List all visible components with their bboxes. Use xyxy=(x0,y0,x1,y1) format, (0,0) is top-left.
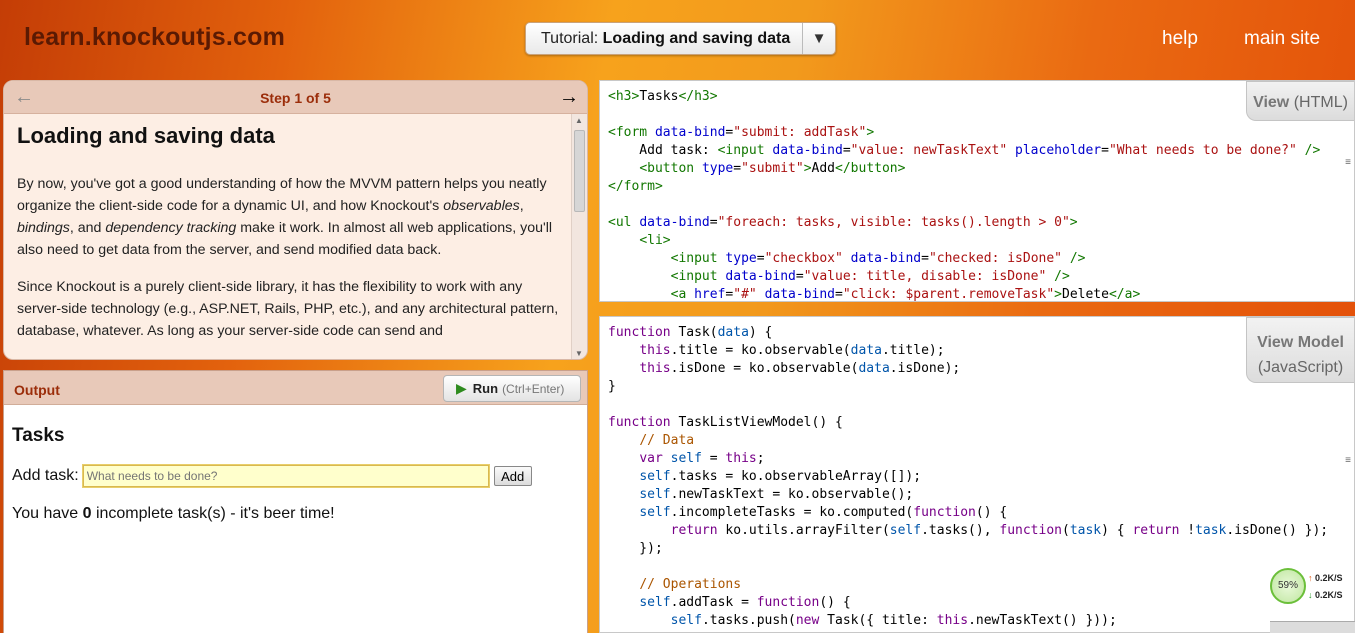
network-usage-gauge: 59% xyxy=(1270,568,1306,604)
output-panel: Output ▶ Run (Ctrl+Enter) Tasks Add task… xyxy=(3,370,588,633)
vm-tab-label: View Model xyxy=(1257,334,1344,351)
tutorial-select-label: Tutorial: Loading and saving data xyxy=(526,30,802,48)
incomplete-count: 0 xyxy=(82,505,92,522)
step-counter: Step 1 of 5 xyxy=(260,90,331,106)
upload-speed: ↑ 0.2K/S xyxy=(1308,573,1343,583)
viewmodel-code-editor[interactable]: function Task(data) { this.title = ko.ob… xyxy=(599,316,1355,633)
tutorial-prefix: Tutorial: xyxy=(541,29,599,47)
para-emphasis: bindings xyxy=(17,220,70,236)
status-text: You have xyxy=(12,505,83,522)
add-task-label: Add task: xyxy=(12,467,79,484)
download-value: 0.2K/S xyxy=(1315,590,1343,600)
next-step-arrow-icon[interactable]: → xyxy=(559,86,579,109)
output-body: Tasks Add task: Add You have 0 incomplet… xyxy=(4,405,587,543)
para-text: , xyxy=(519,198,524,214)
play-icon: ▶ xyxy=(456,380,467,396)
status-line: You have 0 incomplete task(s) - it's bee… xyxy=(12,505,579,523)
scrollbar-thumb[interactable] xyxy=(574,130,585,212)
view-code[interactable]: <h3>Tasks</h3> <form data-bind="submit: a… xyxy=(608,88,1320,301)
download-arrow-icon: ↓ xyxy=(1308,590,1313,600)
step-title: Loading and saving data xyxy=(17,123,275,148)
tutorial-title: Loading and saving data xyxy=(602,29,791,47)
step-navigation: ← Step 1 of 5 → xyxy=(4,81,587,114)
task-input[interactable] xyxy=(81,464,490,488)
scroll-down-icon[interactable]: ▼ xyxy=(575,349,583,358)
run-label: Run xyxy=(472,381,499,396)
output-title: Output xyxy=(14,382,60,398)
view-tab-sub: (HTML) xyxy=(1293,94,1348,111)
download-speed: ↓ 0.2K/S xyxy=(1308,590,1343,600)
vm-tab-sub: (JavaScript) xyxy=(1257,359,1344,376)
tasks-heading: Tasks xyxy=(12,425,65,446)
step-content: Loading and saving data By now, you've g… xyxy=(17,123,562,357)
para-text: , and xyxy=(69,220,106,236)
run-shortcut: (Ctrl+Enter) xyxy=(502,381,565,396)
step-paragraph-2: Since Knockout is a purely client-side l… xyxy=(17,279,559,339)
site-logo[interactable]: learn.knockoutjs.com xyxy=(24,23,285,52)
main-site-link[interactable]: main site xyxy=(1244,28,1320,50)
view-tab-label: View xyxy=(1253,94,1290,111)
view-html-tab[interactable]: View (HTML) xyxy=(1246,81,1354,121)
upload-arrow-icon: ↑ xyxy=(1308,573,1313,583)
chevron-down-icon[interactable]: ▼ xyxy=(802,23,835,54)
system-tray xyxy=(1270,621,1355,633)
header: learn.knockoutjs.com Tutorial: Loading a… xyxy=(0,0,1355,78)
resize-handle-icon[interactable]: ≡ xyxy=(1345,157,1351,168)
step-paragraph-1: By now, you've got a good understanding … xyxy=(17,173,562,261)
run-button[interactable]: ▶ Run (Ctrl+Enter) xyxy=(443,375,581,402)
resize-handle-icon[interactable]: ≡ xyxy=(1345,455,1351,466)
para-emphasis: dependency tracking xyxy=(105,220,237,236)
upload-value: 0.2K/S xyxy=(1315,573,1343,583)
output-header: Output ▶ Run (Ctrl+Enter) xyxy=(4,371,587,405)
scroll-up-icon[interactable]: ▲ xyxy=(575,116,583,125)
add-task-row: Add task: Add xyxy=(12,464,579,488)
viewmodel-js-tab[interactable]: View Model (JavaScript) xyxy=(1246,317,1354,383)
step-panel: ← Step 1 of 5 → Loading and saving data … xyxy=(3,80,588,360)
add-button[interactable]: Add xyxy=(493,466,532,486)
viewmodel-code[interactable]: function Task(data) { this.title = ko.ob… xyxy=(608,324,1328,630)
network-speed-widget: 59% ↑ 0.2K/S ↓ 0.2K/S xyxy=(1270,568,1355,606)
tutorial-select[interactable]: Tutorial: Loading and saving data ▼ xyxy=(525,22,836,55)
status-text: incomplete task(s) - it's beer time! xyxy=(91,505,335,522)
step-scrollbar[interactable]: ▲ ▼ xyxy=(571,114,587,359)
view-code-editor[interactable]: <h3>Tasks</h3> <form data-bind="submit: a… xyxy=(599,80,1355,302)
help-link[interactable]: help xyxy=(1162,28,1198,50)
para-emphasis: observables xyxy=(443,198,520,214)
